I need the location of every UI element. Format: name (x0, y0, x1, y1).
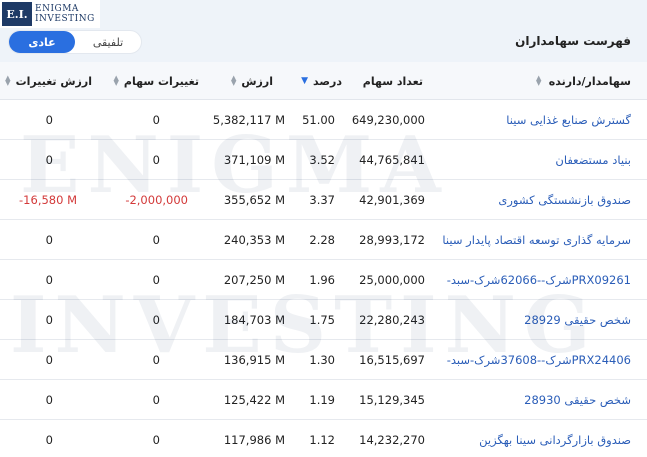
value-change-cell: 0 (45, 433, 53, 447)
col-share-change-label: تغییرات سهام (123, 74, 199, 88)
value-change-cell: 0 (45, 393, 53, 407)
percent-cell: 2.28 (309, 233, 335, 247)
col-share-change-header[interactable]: تغییرات سهام ▲ ▼ (114, 62, 199, 100)
col-holder-header[interactable]: سهامدار/دارنده ▲ ▼ (536, 62, 631, 100)
logo-mark: E.I. (2, 2, 32, 26)
value-cell: 207,250 M (223, 273, 285, 287)
shares-cell: 22,280,243 (359, 313, 425, 327)
col-shares-header[interactable]: تعداد سهام (363, 62, 423, 100)
share-change-cell: 0 (152, 313, 160, 327)
share-change-cell: 0 (152, 433, 160, 447)
share-change-cell: 0 (152, 393, 160, 407)
table-row[interactable]: سرمایه گذاری توسعه اقتصاد پایدار سینا 28,… (0, 220, 647, 260)
sort-icon[interactable]: ▲ ▼ (5, 75, 10, 87)
shares-cell: 44,765,841 (359, 153, 425, 167)
sort-desc-icon[interactable]: ▼ (301, 76, 308, 85)
share-change-cell: -2,000,000 (125, 193, 188, 207)
panel-title: فهرست سهامداران (515, 34, 631, 48)
share-change-cell: 0 (152, 153, 160, 167)
table-row[interactable]: PRX24406شرک--37608شرک-سبد- 16,515,697 1.30… (0, 340, 647, 380)
value-cell: 371,109 M (223, 153, 285, 167)
percent-cell: 1.12 (309, 433, 335, 447)
holder-link[interactable]: شخص حقیقی 28929 (524, 300, 631, 340)
holder-link[interactable]: سرمایه گذاری توسعه اقتصاد پایدار سینا (442, 220, 631, 260)
logo: E.I. ENIGMA INVESTING (0, 0, 100, 28)
col-value-change-label: ارزش تغییرات (15, 74, 92, 88)
holder-link[interactable]: بنیاد مستضعفان (555, 140, 631, 180)
value-cell: 117,986 M (223, 433, 285, 447)
percent-cell: 1.30 (309, 353, 335, 367)
value-cell: 125,422 M (223, 393, 285, 407)
value-change-cell: 0 (45, 353, 53, 367)
holder-link[interactable]: شخص حقیقی 28930 (524, 380, 631, 420)
percent-cell: 1.75 (309, 313, 335, 327)
shareholder-table-body: گسترش صنایع غذایی سینا 649,230,000 51.00 5,… (0, 100, 647, 457)
table-row[interactable]: صندوق بازارگردانی سینا بهگزین 14,232,270 1… (0, 420, 647, 457)
value-change-cell: 0 (45, 233, 53, 247)
share-change-cell: 0 (152, 113, 160, 127)
sort-icon[interactable]: ▲ ▼ (231, 75, 236, 87)
toggle-normal-button[interactable]: عادی (9, 31, 75, 53)
value-cell: 184,703 M (223, 313, 285, 327)
logo-line-1: ENIGMA (35, 4, 79, 14)
value-cell: 355,652 M (223, 193, 285, 207)
shares-cell: 28,993,172 (359, 233, 425, 247)
table-row[interactable]: شخص حقیقی 28929 22,280,243 1.75 184,703 M 0 0 (0, 300, 647, 340)
col-value-header[interactable]: ارزش ▲ ▼ (231, 62, 273, 100)
toggle-consolidated-button[interactable]: تلفیقی (75, 31, 141, 53)
table-row[interactable]: PRX09261شرک--62066شرک-سبد- 25,000,000 1.96… (0, 260, 647, 300)
share-change-cell: 0 (152, 233, 160, 247)
value-cell: 5,382,117 M (212, 113, 285, 127)
value-cell: 240,353 M (223, 233, 285, 247)
percent-cell: 3.37 (309, 193, 335, 207)
table-header: سهامدار/دارنده ▲ ▼ تعداد سهام درصد ▼ ارزش… (0, 62, 647, 100)
value-cell: 136,915 M (223, 353, 285, 367)
col-percent-label: درصد (313, 74, 342, 88)
value-change-cell: 0 (45, 313, 53, 327)
percent-cell: 3.52 (309, 153, 335, 167)
value-change-cell: 0 (45, 273, 53, 287)
shares-cell: 25,000,000 (359, 273, 425, 287)
percent-cell: 51.00 (302, 113, 335, 127)
shares-cell: 649,230,000 (351, 113, 425, 127)
shares-cell: 14,232,270 (359, 433, 425, 447)
holder-link[interactable]: PRX24406شرک--37608شرک-سبد- (447, 340, 631, 380)
col-value-label: ارزش (241, 74, 273, 88)
holder-link[interactable]: گسترش صنایع غذایی سینا (506, 100, 631, 140)
col-shares-label: تعداد سهام (362, 74, 423, 88)
value-change-cell: -16,580 M (19, 193, 77, 207)
share-change-cell: 0 (152, 273, 160, 287)
sort-icon[interactable]: ▲ ▼ (114, 75, 119, 87)
percent-cell: 1.19 (309, 393, 335, 407)
share-change-cell: 0 (152, 353, 160, 367)
holder-link[interactable]: PRX09261شرک--62066شرک-سبد- (447, 260, 631, 300)
table-row[interactable]: شخص حقیقی 28930 15,129,345 1.19 125,422 M 0 0 (0, 380, 647, 420)
shares-cell: 15,129,345 (359, 393, 425, 407)
logo-line-2: INVESTING (35, 14, 95, 24)
holder-link[interactable]: صندوق بازنشستگی کشوری (498, 180, 631, 220)
holder-link[interactable]: صندوق بازارگردانی سینا بهگزین (479, 420, 631, 457)
col-percent-header[interactable]: درصد ▼ (301, 62, 342, 100)
table-row[interactable]: گسترش صنایع غذایی سینا 649,230,000 51.00 5,… (0, 100, 647, 140)
shares-cell: 42,901,369 (359, 193, 425, 207)
col-value-change-header[interactable]: ارزش تغییرات ▲ ▼ (5, 62, 92, 100)
table-row[interactable]: صندوق بازنشستگی کشوری 42,901,369 3.37 355,6… (0, 180, 647, 220)
sort-icon[interactable]: ▲ ▼ (536, 75, 541, 87)
percent-cell: 1.96 (309, 273, 335, 287)
col-holder-label: سهامدار/دارنده (548, 74, 631, 88)
value-change-cell: 0 (45, 113, 53, 127)
logo-text: ENIGMA INVESTING (35, 4, 95, 24)
view-toggle: عادی تلفیقی (8, 30, 142, 54)
shares-cell: 16,515,697 (359, 353, 425, 367)
table-row[interactable]: بنیاد مستضعفان 44,765,841 3.52 371,109 M 0 0 (0, 140, 647, 180)
value-change-cell: 0 (45, 153, 53, 167)
